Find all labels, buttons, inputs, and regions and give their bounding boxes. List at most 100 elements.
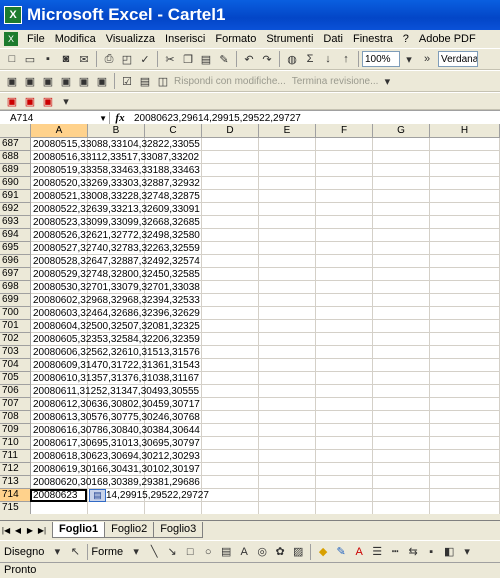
line-color-icon[interactable]: ✎ [333,544,349,560]
chevron-down-icon[interactable]: ▼ [99,112,107,125]
cell-a[interactable]: 20080529,32748,32800,32450,32585 [31,268,200,281]
menu-modifica[interactable]: Modifica [50,33,101,45]
row-header[interactable]: 692 [0,203,31,216]
autoshapes-menu-button[interactable]: Forme [91,546,123,558]
oval-icon[interactable]: ○ [200,544,216,560]
cell-a[interactable]: 20080527,32740,32783,32263,32559 [31,242,200,255]
cell-a[interactable]: 20080616,30786,30840,30384,30644 [31,424,200,437]
end-review-button[interactable]: Termina revisione... [292,76,379,87]
autosum-icon[interactable]: Σ [302,51,318,67]
picture-icon[interactable]: ▨ [290,544,306,560]
email-icon[interactable]: ✉ [76,51,92,67]
draw-menu-button[interactable]: Disegno [4,546,44,558]
tab-foglio3[interactable]: Foglio3 [153,522,204,538]
row-header[interactable]: 697 [0,268,31,281]
chevron-down-icon[interactable]: ▾ [49,544,65,560]
row-header[interactable]: 711 [0,450,31,463]
comment-next-icon[interactable]: ▣ [40,73,56,89]
row-header[interactable]: 707 [0,398,31,411]
diagram-icon[interactable]: ◎ [254,544,270,560]
row-header[interactable]: 699 [0,294,31,307]
cell-a[interactable]: 20080604,32500,32507,32081,32325 [31,320,200,333]
wordart-icon[interactable]: A [236,544,252,560]
row-header[interactable]: 695 [0,242,31,255]
cell-a[interactable]: 20080609,31470,31722,31361,31543 [31,359,200,372]
undo-icon[interactable]: ↶ [241,51,257,67]
chevron-down-icon[interactable]: ▾ [58,93,74,109]
cell-a[interactable]: 20080528,32647,32887,32492,32574 [31,255,200,268]
cell-a[interactable]: 20080519,33358,33463,33188,33463 [31,164,200,177]
pdf-convert-icon[interactable]: ▣ [4,93,20,109]
cell-a[interactable]: 20080526,32621,32772,32498,32580 [31,229,200,242]
tab-foglio1[interactable]: Foglio1 [52,522,106,538]
menu-inserisci[interactable]: Inserisci [160,33,210,45]
cell-a[interactable]: 20080613,30576,30775,30246,30768 [31,411,200,424]
paste-icon[interactable]: ▤ [198,51,214,67]
cell-a[interactable]: 20080605,32353,32584,32206,32359 [31,333,200,346]
document-icon[interactable]: X [4,32,18,46]
pdf-review-icon[interactable]: ▣ [40,93,56,109]
open-icon[interactable]: ▭ [22,51,38,67]
row-header[interactable]: 704 [0,359,31,372]
fx-icon[interactable]: fx [110,112,130,124]
chevron-down-icon[interactable]: ▾ [379,73,395,89]
cell-a[interactable]: 20080610,31357,31376,31038,31167 [31,372,199,385]
toolbar-options-icon[interactable]: » [419,51,435,67]
last-sheet-icon[interactable]: ▶| [36,526,48,535]
cell-a[interactable]: 20080523,33099,33099,32668,32685 [31,216,200,229]
column-header-e[interactable]: E [259,124,316,138]
font-select[interactable]: Verdana [438,51,478,67]
column-header-a[interactable]: A [31,124,88,138]
reply-icon[interactable]: ◫ [155,73,171,89]
comment-prev-icon[interactable]: ▣ [22,73,38,89]
cell-a[interactable]: 20080520,33269,33303,32887,32932 [31,177,200,190]
tab-foglio2[interactable]: Foglio2 [104,522,155,538]
prev-sheet-icon[interactable]: ◀ [12,526,24,535]
cell-a[interactable]: 20080612,30636,30802,30459,30717 [31,398,200,411]
column-header-b[interactable]: B [88,124,145,138]
menu-dati[interactable]: Dati [318,33,348,45]
row-header[interactable]: 689 [0,164,31,177]
row-header[interactable]: 708 [0,411,31,424]
name-box[interactable]: A714 ▼ [0,111,110,125]
formula-input[interactable]: 20080623,29614,29915,29522,29727 [130,113,301,124]
row-header[interactable]: 703 [0,346,31,359]
delete-comment-icon[interactable]: ▣ [94,73,110,89]
cell-a[interactable]: 20080603,32464,32686,32396,32629 [31,307,200,320]
font-color-icon[interactable]: A [351,544,367,560]
dash-style-icon[interactable]: ┅ [387,544,403,560]
format-painter-icon[interactable]: ✎ [216,51,232,67]
row-header[interactable]: 714 [0,489,31,502]
hyperlink-icon[interactable]: ◍ [284,51,300,67]
track-changes-icon[interactable]: ☑ [119,73,135,89]
chevron-down-icon[interactable]: ▾ [459,544,475,560]
row-header[interactable]: 715 [0,502,31,514]
rectangle-icon[interactable]: □ [182,544,198,560]
arrow-icon[interactable]: ↘ [164,544,180,560]
row-header[interactable]: 688 [0,151,31,164]
row-header[interactable]: 691 [0,190,31,203]
cell-a[interactable]: 20080602,32968,32968,32394,32533 [31,294,200,307]
menu-help[interactable]: ? [398,33,414,45]
first-sheet-icon[interactable]: |◀ [0,526,12,535]
cell-a[interactable]: 20080515,33088,33104,32822,33055 [31,138,200,151]
menu-adobe-pdf[interactable]: Adobe PDF [414,33,481,45]
select-all-corner[interactable] [0,124,31,138]
cell-a[interactable]: 20080619,30166,30431,30102,30197 [31,463,200,476]
menu-visualizza[interactable]: Visualizza [101,33,160,45]
new-icon[interactable]: □ [4,51,20,67]
row-header[interactable]: 710 [0,437,31,450]
sort-descending-icon[interactable]: ↑ [338,51,354,67]
menu-strumenti[interactable]: Strumenti [261,33,318,45]
paste-options-icon[interactable]: ▤ [89,489,106,502]
comment-icon[interactable]: ▣ [4,73,20,89]
row-header[interactable]: 702 [0,333,31,346]
row-header[interactable]: 709 [0,424,31,437]
column-header-f[interactable]: F [316,124,373,138]
row-header[interactable]: 698 [0,281,31,294]
row-header[interactable]: 713 [0,476,31,489]
menu-finestra[interactable]: Finestra [348,33,398,45]
shadow-icon[interactable]: ▪ [423,544,439,560]
line-style-icon[interactable]: ☰ [369,544,385,560]
row-header[interactable]: 701 [0,320,31,333]
